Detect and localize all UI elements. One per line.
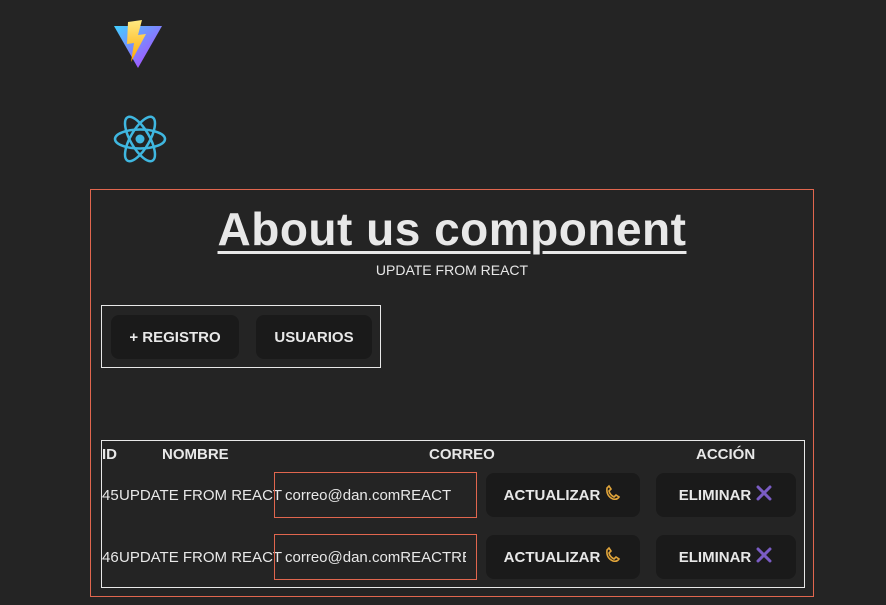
email-field[interactable]: [274, 472, 477, 518]
eliminar-label: ELIMINAR: [678, 486, 752, 504]
page-subtitle: UPDATE FROM REACT: [375, 262, 529, 278]
react-logo[interactable]: [112, 113, 168, 165]
users-table: ID NOMBRE CORREO ACCIÓN 45 UPDATE FROM R…: [101, 440, 805, 588]
actualizar-button[interactable]: ACTUALIZAR: [486, 473, 640, 517]
column-header-id: ID: [102, 446, 117, 463]
column-header-accion: ACCIÓN: [696, 446, 756, 463]
phone-hook-icon: [604, 484, 622, 506]
column-header-nombre: NOMBRE: [162, 446, 229, 463]
nav-button-group: + REGISTRO USUARIOS: [101, 305, 381, 368]
x-mark-icon: [755, 484, 773, 506]
table-row: 46 UPDATE FROM REACT ACTUALIZAR ELIMINAR: [102, 534, 804, 582]
phone-hook-icon: [604, 546, 622, 568]
actualizar-label: ACTUALIZAR: [503, 486, 601, 504]
row-nombre: UPDATE FROM REACT: [119, 487, 283, 504]
react-logo-icon: [113, 115, 167, 163]
vite-logo-icon: [114, 20, 162, 68]
usuarios-button[interactable]: USUARIOS: [256, 315, 372, 359]
page-title: About us component: [217, 203, 687, 255]
row-id: 46: [102, 549, 119, 566]
registro-button[interactable]: + REGISTRO: [111, 315, 239, 359]
row-nombre: UPDATE FROM REACT: [119, 549, 283, 566]
about-us-card: About us component UPDATE FROM REACT + R…: [90, 189, 814, 597]
actualizar-label: ACTUALIZAR: [503, 548, 601, 566]
eliminar-button[interactable]: ELIMINAR: [656, 473, 796, 517]
x-mark-icon: [755, 546, 773, 568]
row-id: 45: [102, 487, 119, 504]
eliminar-button[interactable]: ELIMINAR: [656, 535, 796, 579]
email-field[interactable]: [274, 534, 477, 580]
table-row: 45 UPDATE FROM REACT ACTUALIZAR ELIMINAR: [102, 472, 804, 520]
actualizar-button[interactable]: ACTUALIZAR: [486, 535, 640, 579]
column-header-correo: CORREO: [429, 446, 495, 463]
vite-logo[interactable]: [112, 18, 164, 70]
eliminar-label: ELIMINAR: [678, 548, 752, 566]
